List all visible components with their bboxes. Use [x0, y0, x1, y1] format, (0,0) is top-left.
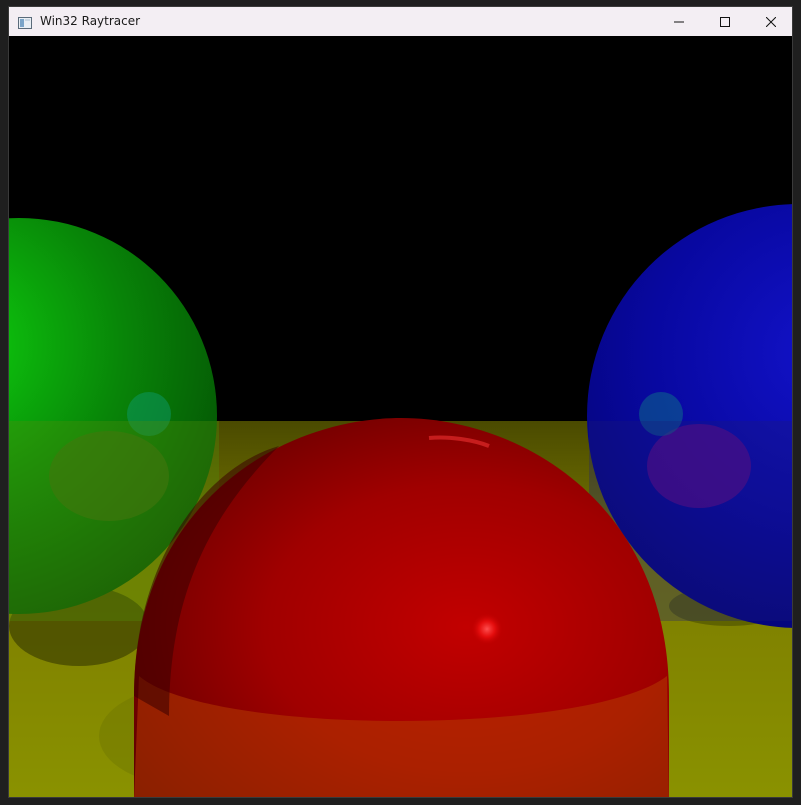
- title-bar[interactable]: Win32 Raytracer: [9, 7, 792, 36]
- maximize-icon: [720, 16, 730, 27]
- window-title: Win32 Raytracer: [40, 14, 141, 28]
- red-sphere-specular-highlight: [471, 613, 503, 645]
- minimize-button[interactable]: [656, 7, 702, 36]
- window-app-icon: [18, 14, 32, 29]
- render-canvas[interactable]: [9, 36, 792, 797]
- maximize-button[interactable]: [702, 7, 748, 36]
- close-icon: [766, 16, 776, 27]
- app-window: Win32 Raytracer: [8, 6, 793, 798]
- minimize-icon: [674, 21, 684, 22]
- close-button[interactable]: [748, 7, 792, 36]
- raytraced-scene: [9, 36, 792, 797]
